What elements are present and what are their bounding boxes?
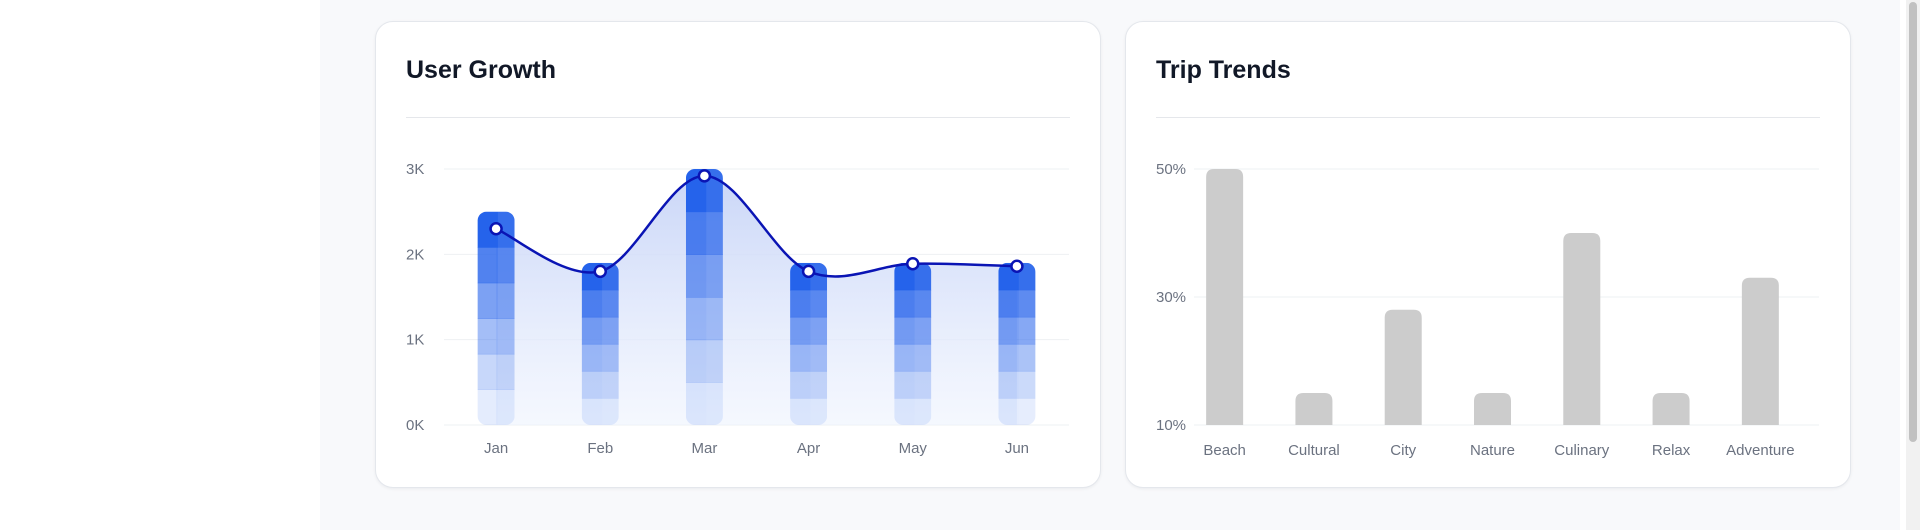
x-tick-label: City: [1390, 442, 1416, 459]
left-panel: [0, 0, 320, 530]
line-point[interactable]: [906, 256, 920, 271]
bar-apr[interactable]: [790, 262, 828, 426]
bar-feb[interactable]: [581, 262, 619, 426]
x-tick-label: Apr: [797, 440, 820, 457]
bar-beach[interactable]: [1206, 169, 1244, 425]
bar-cultural[interactable]: [1295, 393, 1333, 425]
line-point[interactable]: [801, 264, 816, 279]
x-tick-label: Culinary: [1554, 442, 1610, 459]
bar-relax[interactable]: [1652, 393, 1690, 425]
line-point[interactable]: [697, 169, 712, 183]
user-growth-chart: 0K 1K 2K 3K Jan Feb Mar Apr May Jun: [406, 161, 1069, 457]
x-tick-label: Relax: [1652, 442, 1691, 459]
scrollbar-track[interactable]: [1906, 0, 1920, 530]
x-tick-label: Jan: [484, 440, 508, 457]
line-point[interactable]: [593, 264, 607, 279]
bar-nature[interactable]: [1474, 393, 1511, 425]
x-tick-label: Adventure: [1726, 442, 1794, 459]
bar-mar[interactable]: [685, 169, 723, 426]
bar-may[interactable]: [894, 262, 932, 426]
y-tick-label: 1K: [406, 332, 424, 349]
y-tick-label: 10%: [1156, 417, 1186, 434]
x-tick-label: May: [899, 440, 928, 457]
trip-trends-card: Trip Trends 10% 30% 50% Beach Cultural City Na…: [1125, 21, 1851, 488]
user-growth-card: User Growth 0K 1K 2K 3K Jan Feb Mar Apr May Jun: [375, 21, 1101, 488]
y-tick-label: 3K: [406, 161, 424, 178]
scrollbar-thumb[interactable]: [1909, 2, 1917, 442]
y-tick-label: 50%: [1156, 161, 1186, 178]
dashboard-page: User Growth 0K 1K 2K 3K Jan Feb Mar Apr May Jun T…: [0, 0, 1920, 530]
y-tick-label: 30%: [1156, 289, 1186, 306]
y-tick-label: 0K: [406, 417, 424, 434]
line-point[interactable]: [1010, 259, 1024, 274]
x-tick-label: Jun: [1005, 440, 1029, 457]
x-tick-label: Feb: [587, 440, 613, 457]
x-tick-label: Beach: [1203, 442, 1246, 459]
bar-adventure[interactable]: [1741, 277, 1779, 425]
bar-jan[interactable]: [477, 211, 515, 426]
x-tick-label: Mar: [691, 440, 717, 457]
area-fill: [496, 175, 1017, 425]
y-tick-label: 2K: [406, 246, 424, 263]
trip-trends-chart: 10% 30% 50% Beach Cultural City Nature Culinary…: [1156, 161, 1819, 459]
bar-culinary[interactable]: [1563, 233, 1601, 425]
x-tick-label: Nature: [1470, 442, 1515, 459]
bar-jun[interactable]: [998, 262, 1036, 426]
line-point[interactable]: [489, 221, 503, 236]
bar-city[interactable]: [1384, 309, 1422, 425]
x-tick-label: Cultural: [1288, 442, 1340, 459]
